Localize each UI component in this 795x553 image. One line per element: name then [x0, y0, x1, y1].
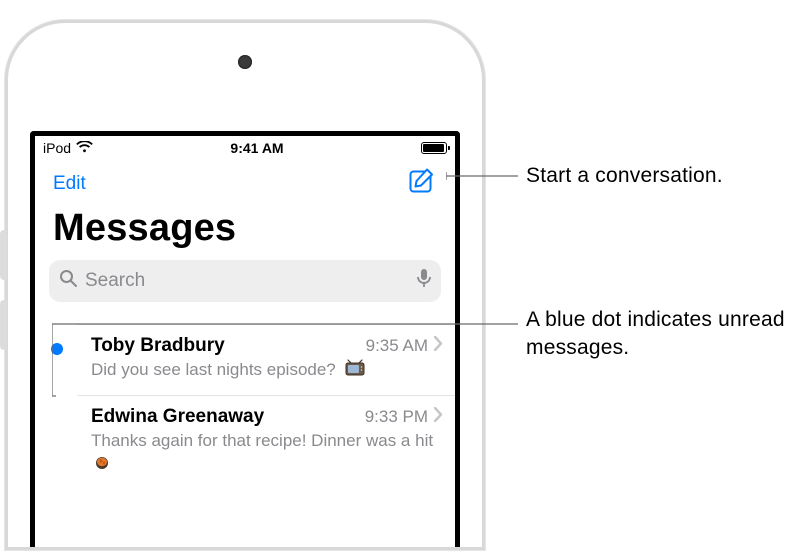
unread-indicator [51, 343, 63, 355]
nav-bar: Edit [35, 160, 455, 203]
volume-up-button [0, 230, 7, 280]
callout-text: A blue dot indicates unread messages. [526, 306, 795, 363]
dictate-icon[interactable] [417, 268, 431, 294]
food-emoji-icon [93, 453, 111, 477]
message-preview: Thanks again for that recipe! Dinner was… [91, 430, 443, 477]
tv-emoji-icon [345, 359, 365, 383]
conversation-row[interactable]: Toby Bradbury 9:35 AM Did you see last n… [77, 324, 455, 395]
conversation-list: Toby Bradbury 9:35 AM Did you see last n… [35, 324, 455, 489]
carrier-label: iPod [43, 140, 71, 156]
battery-icon [421, 142, 447, 154]
timestamp: 9:35 AM [366, 336, 428, 356]
callout-text: Start a conversation. [526, 164, 723, 188]
sender-name: Toby Bradbury [91, 335, 366, 357]
page-title: Messages [35, 203, 455, 260]
camera-dot [238, 55, 252, 69]
clock: 9:41 AM [93, 140, 421, 156]
compose-button[interactable] [409, 168, 437, 199]
device-frame: iPod 9:41 AM Edit Messages [5, 20, 485, 550]
screen: iPod 9:41 AM Edit Messages [30, 131, 460, 547]
wifi-icon [76, 140, 93, 156]
chevron-right-icon [434, 407, 443, 427]
search-input[interactable]: Search [49, 260, 441, 302]
chevron-right-icon [434, 336, 443, 356]
sender-name: Edwina Greenaway [91, 406, 365, 428]
timestamp: 9:33 PM [365, 407, 428, 427]
conversation-row[interactable]: Edwina Greenaway 9:33 PM Thanks again fo… [77, 395, 455, 489]
search-icon [59, 269, 77, 293]
edit-button[interactable]: Edit [53, 173, 86, 195]
search-placeholder: Search [85, 270, 145, 292]
status-bar: iPod 9:41 AM [35, 136, 455, 160]
message-preview: Did you see last nights episode? [91, 359, 443, 383]
volume-down-button [0, 300, 7, 350]
